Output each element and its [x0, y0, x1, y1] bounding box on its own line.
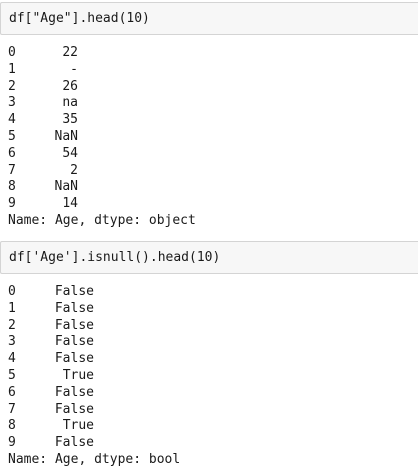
row-index: 4 [8, 351, 16, 367]
output-row: 5 True [8, 368, 418, 385]
row-value: NaN [54, 128, 78, 144]
notebook-cell-2: df['Age'].isnull().head(10) 0 False 1 False… [0, 241, 418, 469]
output-row: 6 False [8, 385, 418, 402]
output-row: 2 False [8, 318, 418, 335]
row-index: 2 [8, 317, 16, 333]
row-index: 9 [8, 435, 16, 451]
output-row: 4 False [8, 351, 418, 368]
output-row: 0 22 [8, 45, 418, 62]
output-rows: 0 False 1 False 2 False 3 False 4 False 5 True 6 Fals… [8, 284, 418, 452]
row-value: True [62, 367, 94, 383]
output-rows: 0 22 1-2 26 3 na 4 35 5 NaN 6 54 7 2 8 NaN 9 14 [8, 45, 418, 213]
row-index: 7 [8, 162, 16, 178]
row-index: 9 [8, 196, 16, 212]
row-value: 35 [62, 112, 78, 128]
row-value: 14 [62, 196, 78, 212]
output-row: 0 False [8, 284, 418, 301]
output-row: 3 False [8, 334, 418, 351]
row-value: True [62, 418, 94, 434]
row-value: - [70, 61, 78, 77]
row-value: 26 [62, 78, 78, 94]
output-row: 2 26 [8, 79, 418, 96]
row-index: 8 [8, 179, 16, 195]
output-row: 4 35 [8, 112, 418, 129]
row-index: 3 [8, 334, 16, 350]
row-value: False [54, 351, 94, 367]
row-index: 5 [8, 128, 16, 144]
row-index: 4 [8, 112, 16, 128]
row-value: False [54, 384, 94, 400]
cell-output-2: 0 False 1 False 2 False 3 False 4 False 5 True 6 Fals… [0, 284, 418, 469]
row-index: 3 [8, 95, 16, 111]
output-row: 9 14 [8, 196, 418, 213]
output-row: 9 False [8, 435, 418, 452]
code-input-cell-1[interactable]: df["Age"].head(10) [0, 2, 418, 35]
output-row: 8 True [8, 418, 418, 435]
row-index: 0 [8, 45, 16, 60]
series-footer: Name: Age, dtype: object [8, 212, 196, 228]
row-value: na [62, 95, 78, 111]
row-index: 2 [8, 78, 16, 94]
output-row: 5 NaN [8, 129, 418, 146]
row-value: False [54, 284, 94, 299]
output-row: 72 [8, 163, 418, 180]
row-index: 6 [8, 384, 16, 400]
row-value: False [54, 435, 94, 451]
row-value: 2 [70, 162, 78, 178]
series-footer: Name: Age, dtype: bool [8, 451, 181, 467]
row-index: 7 [8, 401, 16, 417]
row-value: False [54, 300, 94, 316]
cell-output-1: 0 22 1-2 26 3 na 4 35 5 NaN 6 54 7 2 8 NaN 9 14 Name: Age… [0, 45, 418, 230]
notebook-cell-1: df["Age"].head(10) 0 22 1-2 26 3 na 4 35 5 NaN 6 54… [0, 2, 418, 230]
row-index: 1 [8, 300, 16, 316]
output-row: 1- [8, 62, 418, 79]
row-index: 0 [8, 284, 16, 299]
row-value: 54 [62, 145, 78, 161]
row-index: 5 [8, 367, 16, 383]
row-value: False [54, 334, 94, 350]
code-input-cell-2[interactable]: df['Age'].isnull().head(10) [0, 241, 418, 274]
output-row: 6 54 [8, 146, 418, 163]
row-value: False [54, 401, 94, 417]
row-index: 1 [8, 61, 16, 77]
row-index: 8 [8, 418, 16, 434]
row-value: NaN [54, 179, 78, 195]
output-row: 3 na [8, 95, 418, 112]
row-value: 22 [62, 45, 78, 60]
output-row: 1 False [8, 301, 418, 318]
output-row: 7 False [8, 402, 418, 419]
row-value: False [54, 317, 94, 333]
output-row: 8 NaN [8, 179, 418, 196]
row-index: 6 [8, 145, 16, 161]
